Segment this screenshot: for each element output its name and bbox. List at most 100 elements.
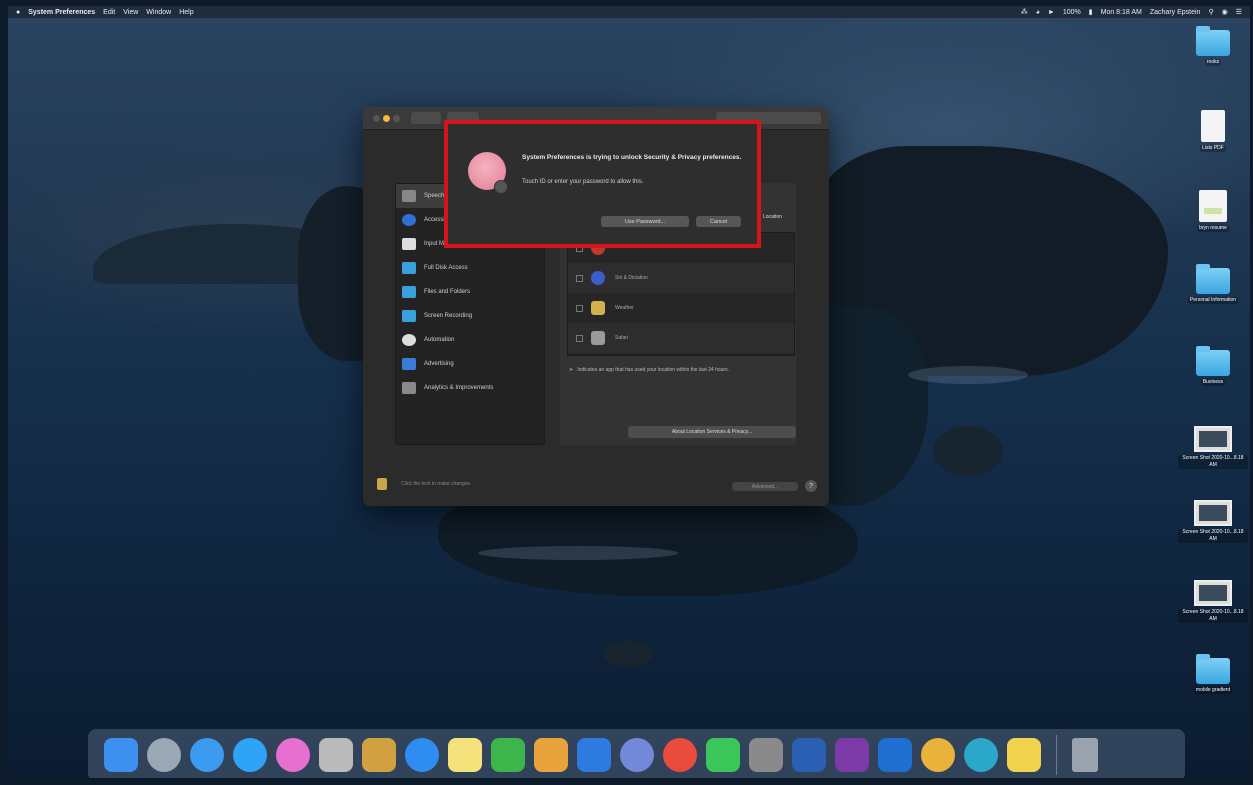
zoom-window-button[interactable] [393, 115, 400, 122]
menu-window[interactable]: Window [146, 9, 171, 16]
sidebar-item-files-and-folders[interactable]: Files and Folders [396, 280, 544, 304]
accessibility-icon [402, 214, 416, 226]
sidebar-item-advertising[interactable]: Advertising [396, 352, 544, 376]
trash-icon[interactable] [1072, 738, 1098, 772]
cleaner-icon[interactable] [362, 738, 396, 772]
desktop-icon-label: Business [1200, 379, 1226, 386]
sidebar-item-label: Files and Folders [424, 289, 471, 295]
chrome-icon[interactable] [663, 738, 697, 772]
disk-utility-icon[interactable] [319, 738, 353, 772]
screenshot-icon [1194, 580, 1232, 606]
pages-icon[interactable] [534, 738, 568, 772]
desktop-icon-label: Lists PDF [1200, 145, 1226, 152]
desktop-icon-label: Personal Information [1187, 297, 1239, 304]
sidebar-item-screen-recording[interactable]: Screen Recording [396, 304, 544, 328]
desktop-icon-screenshot-2[interactable]: Screen Shot 2020-10...8.18 AM [1178, 500, 1248, 543]
minimize-window-button[interactable] [383, 115, 390, 122]
safari-icon[interactable] [190, 738, 224, 772]
discord-icon[interactable] [620, 738, 654, 772]
help-button[interactable]: ? [805, 480, 817, 492]
sidebar-item-automation[interactable]: Automation [396, 328, 544, 352]
desktop-icon-personal-information[interactable]: Personal Information [1178, 264, 1248, 304]
clock[interactable]: Mon 8:18 AM [1101, 9, 1142, 16]
itunes-icon[interactable] [276, 738, 310, 772]
desktop-icon-rooks[interactable]: rooks [1178, 26, 1248, 66]
bluetooth-icon[interactable]: ⁂ [1021, 8, 1028, 16]
keyboard-icon [402, 238, 416, 250]
weather-icon [591, 301, 605, 315]
keynote-icon[interactable] [577, 738, 611, 772]
launchpad-icon[interactable] [147, 738, 181, 772]
onenote-icon[interactable] [835, 738, 869, 772]
sidebar-item-label: Advertising [424, 361, 454, 367]
folder-icon [402, 286, 416, 298]
facetime-icon[interactable] [706, 738, 740, 772]
desktop-icon-lists-pdf[interactable]: Lists PDF [1178, 110, 1248, 152]
menu-view[interactable]: View [123, 9, 138, 16]
background-islet [603, 641, 653, 667]
screenshot-icon [1194, 500, 1232, 526]
system-preferences-icon[interactable] [749, 738, 783, 772]
menu-help[interactable]: Help [179, 9, 193, 16]
app-store-icon[interactable] [405, 738, 439, 772]
desktop-icon-label: Screen Shot 2020-10...8.18 AM [1178, 455, 1248, 469]
close-window-button[interactable] [373, 115, 380, 122]
about-location-services-button[interactable]: About Location Services & Privacy... [628, 426, 796, 438]
notes-icon[interactable] [448, 738, 482, 772]
chrome-canary-icon[interactable] [921, 738, 955, 772]
location-note-text: Indicates an app that has used your loca… [577, 367, 729, 373]
use-password-button[interactable]: Use Password... [601, 216, 689, 227]
wifi-icon[interactable]: ◕ [1036, 9, 1040, 16]
battery-icon[interactable]: ▮ [1089, 8, 1093, 16]
sidebar-item-full-disk-access[interactable]: Full Disk Access [396, 256, 544, 280]
browser-icon[interactable] [964, 738, 998, 772]
folder-icon [1196, 654, 1230, 684]
menu-app-name[interactable]: System Preferences [28, 9, 95, 16]
safari-icon [591, 331, 605, 345]
menu-edit[interactable]: Edit [103, 9, 115, 16]
folder-icon [1196, 26, 1230, 56]
folder-icon [1196, 346, 1230, 376]
menu-bar: ● System Preferences Edit View Window He… [8, 6, 1250, 18]
desktop-icon-mobile-gradient[interactable]: mobile gradient [1178, 654, 1248, 694]
notification-center-icon[interactable]: ☰ [1236, 8, 1242, 16]
list-item[interactable]: Safari [568, 323, 794, 353]
list-item[interactable]: Weather [568, 293, 794, 323]
megaphone-icon [402, 358, 416, 370]
desktop-icon-label: Screen Shot 2020-10...8.18 AM [1178, 529, 1248, 543]
location-arrow-icon: ➤ [569, 367, 574, 373]
desktop-icon-bryn-resume[interactable]: bryn resume [1178, 190, 1248, 232]
app-checkbox[interactable] [576, 334, 583, 342]
desktop-icon-screenshot-1[interactable]: Screen Shot 2020-10...8.18 AM [1178, 426, 1248, 469]
back-forward-button[interactable] [411, 112, 441, 124]
desktop-icon-screenshot-3[interactable]: Screen Shot 2020-10...8.18 AM [1178, 580, 1248, 623]
app-label: Safari [615, 335, 629, 341]
display-icon [402, 310, 416, 322]
sidebar-item-analytics[interactable]: Analytics & Improvements [396, 376, 544, 400]
app-checkbox[interactable] [576, 274, 583, 282]
tab-location[interactable]: Location [763, 214, 782, 220]
app-checkbox[interactable] [576, 304, 583, 312]
battery-percent[interactable]: 100% [1063, 9, 1081, 16]
lock-icon[interactable] [377, 478, 387, 490]
desktop-icon-business[interactable]: Business [1178, 346, 1248, 386]
desktop-icon-label: bryn resume [1197, 225, 1229, 232]
outlook-icon[interactable] [878, 738, 912, 772]
cancel-button[interactable]: Cancel [696, 216, 741, 227]
document-icon [1199, 190, 1227, 222]
spotlight-icon[interactable]: ⚲ [1208, 8, 1213, 16]
volume-icon[interactable]: ► [1048, 9, 1055, 16]
app-label: Weather [615, 305, 634, 311]
location-note: ➤ Indicates an app that has used your lo… [569, 367, 795, 373]
list-item[interactable]: Siri & Dictation [568, 263, 794, 293]
apple-menu-icon[interactable]: ● [16, 9, 20, 16]
numbers-icon[interactable] [491, 738, 525, 772]
user-name[interactable]: Zachary Epstein [1150, 9, 1201, 16]
word-icon[interactable] [792, 738, 826, 772]
gear-icon [402, 334, 416, 346]
stickies-icon[interactable] [1007, 738, 1041, 772]
siri-icon[interactable]: ◉ [1222, 8, 1228, 16]
messages-icon[interactable] [233, 738, 267, 772]
advanced-button[interactable]: Advanced... [732, 482, 798, 491]
finder-icon[interactable] [104, 738, 138, 772]
